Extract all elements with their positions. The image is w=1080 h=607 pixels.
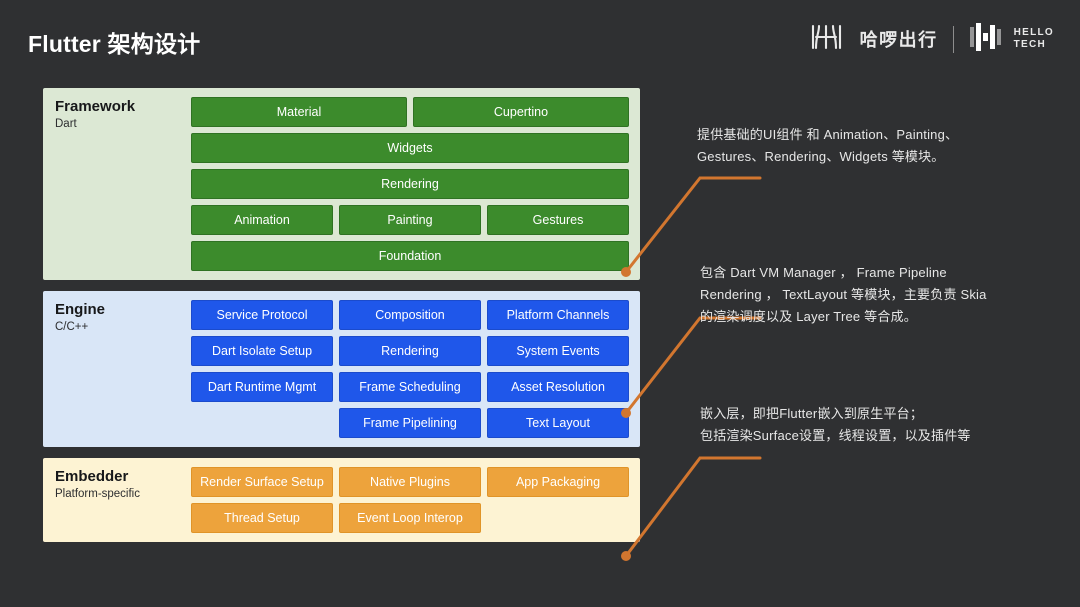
module-material[interactable]: Material bbox=[191, 97, 407, 127]
module-native-plugins[interactable]: Native Plugins bbox=[339, 467, 481, 497]
brand-name-cn: 哈啰出行 bbox=[859, 30, 938, 50]
diagram-row: Frame Pipelining Text Layout bbox=[191, 408, 631, 438]
hellobike-logo-icon bbox=[809, 22, 849, 57]
module-asset-resolution[interactable]: Asset Resolution bbox=[487, 372, 629, 402]
brand-name-en: HELLO TECH bbox=[1014, 27, 1054, 51]
module-cupertino[interactable]: Cupertino bbox=[413, 97, 629, 127]
module-rendering-engine[interactable]: Rendering bbox=[339, 336, 481, 366]
annotation-embedder: 嵌入层，即把Flutter嵌入到原生平台； 包括渲染Surface设置，线程设置… bbox=[700, 406, 971, 443]
module-composition[interactable]: Composition bbox=[339, 300, 481, 330]
layer-engine-rows: Service Protocol Composition Platform Ch… bbox=[191, 300, 631, 438]
layer-embedder: Embedder Platform-specific Render Surfac… bbox=[43, 458, 640, 542]
module-painting[interactable]: Painting bbox=[339, 205, 481, 235]
annotation-engine: 包含 Dart VM Manager ， Frame Pipeline Rend… bbox=[700, 265, 987, 324]
diagram-row: Rendering bbox=[191, 169, 631, 199]
layer-name: Embedder bbox=[55, 468, 129, 485]
layer-sublabel: Dart bbox=[55, 118, 77, 130]
page-header: Flutter 架构设计 哈啰出行 HELLO TECH bbox=[0, 0, 1080, 78]
layer-framework-label: Framework Dart bbox=[55, 98, 190, 132]
module-event-loop-interop[interactable]: Event Loop Interop bbox=[339, 503, 481, 533]
layer-framework-rows: Material Cupertino Widgets Rendering Ani… bbox=[191, 97, 631, 271]
layer-embedder-label: Embedder Platform-specific bbox=[55, 468, 190, 502]
brand-en-line-1: HELLO bbox=[1013, 27, 1054, 38]
module-rendering-framework[interactable]: Rendering bbox=[191, 169, 629, 199]
layer-engine-label: Engine C/C++ bbox=[55, 301, 190, 335]
diagram-row: Animation Painting Gestures bbox=[191, 205, 631, 235]
diagram-row: Widgets bbox=[191, 133, 631, 163]
architecture-diagram: Framework Dart Material Cupertino Widget… bbox=[43, 88, 640, 553]
connector-line-embedder bbox=[624, 456, 762, 558]
connector-line-engine bbox=[624, 316, 762, 415]
layer-name: Framework bbox=[55, 98, 136, 115]
hellotech-bars-icon bbox=[969, 22, 1003, 56]
module-frame-scheduling[interactable]: Frame Scheduling bbox=[339, 372, 481, 402]
module-dart-isolate-setup[interactable]: Dart Isolate Setup bbox=[191, 336, 333, 366]
brand-lockup: 哈啰出行 HELLO TECH bbox=[809, 22, 1054, 56]
module-animation[interactable]: Animation bbox=[191, 205, 333, 235]
row-spacer bbox=[191, 408, 333, 438]
brand-divider bbox=[952, 25, 954, 53]
layer-sublabel: Platform-specific bbox=[55, 488, 140, 500]
connector-line-framework bbox=[624, 176, 762, 274]
annotation-framework: 提供基础的UI组件 和 Animation、Painting、 Gestures… bbox=[697, 127, 959, 164]
module-frame-pipelining[interactable]: Frame Pipelining bbox=[339, 408, 481, 438]
module-platform-channels[interactable]: Platform Channels bbox=[487, 300, 629, 330]
diagram-row: Dart Runtime Mgmt Frame Scheduling Asset… bbox=[191, 372, 631, 402]
module-app-packaging[interactable]: App Packaging bbox=[487, 467, 629, 497]
module-widgets[interactable]: Widgets bbox=[191, 133, 629, 163]
module-thread-setup[interactable]: Thread Setup bbox=[191, 503, 333, 533]
diagram-row: Material Cupertino bbox=[191, 97, 631, 127]
diagram-row: Render Surface Setup Native Plugins App … bbox=[191, 467, 631, 497]
module-service-protocol[interactable]: Service Protocol bbox=[191, 300, 333, 330]
layer-embedder-rows: Render Surface Setup Native Plugins App … bbox=[191, 467, 631, 533]
diagram-row: Thread Setup Event Loop Interop bbox=[191, 503, 631, 533]
page-title: Flutter 架构设计 bbox=[28, 31, 201, 57]
layer-sublabel: C/C++ bbox=[55, 321, 89, 333]
layer-framework: Framework Dart Material Cupertino Widget… bbox=[43, 88, 640, 280]
module-gestures[interactable]: Gestures bbox=[487, 205, 629, 235]
module-render-surface-setup[interactable]: Render Surface Setup bbox=[191, 467, 333, 497]
diagram-row: Service Protocol Composition Platform Ch… bbox=[191, 300, 631, 330]
diagram-row: Foundation bbox=[191, 241, 631, 271]
brand-en-line-2: TECH bbox=[1013, 39, 1047, 50]
module-system-events[interactable]: System Events bbox=[487, 336, 629, 366]
layer-name: Engine bbox=[55, 301, 106, 318]
module-foundation[interactable]: Foundation bbox=[191, 241, 629, 271]
module-text-layout[interactable]: Text Layout bbox=[487, 408, 629, 438]
diagram-row: Dart Isolate Setup Rendering System Even… bbox=[191, 336, 631, 366]
layer-engine: Engine C/C++ Service Protocol Compositio… bbox=[43, 291, 640, 447]
module-dart-runtime-mgmt[interactable]: Dart Runtime Mgmt bbox=[191, 372, 333, 402]
